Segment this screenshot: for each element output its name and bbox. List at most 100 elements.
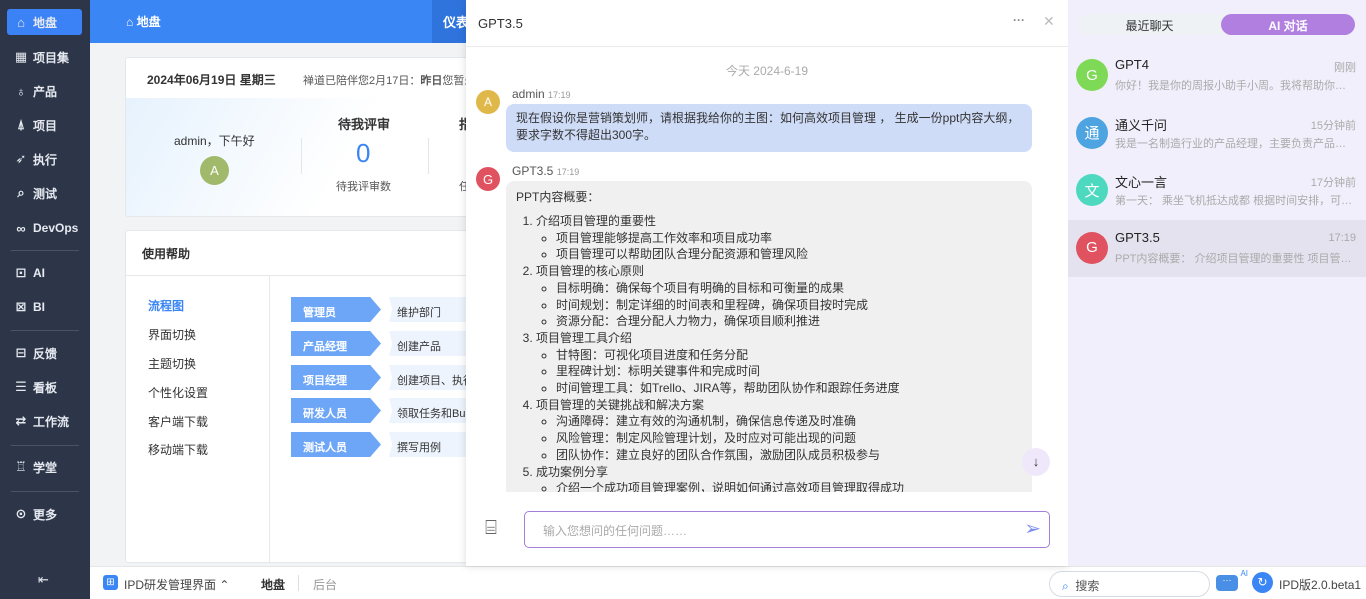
conversation-time: 15分钟前 — [1310, 119, 1356, 132]
outline-section: 项目管理工具介绍甘特图：可视化项目进度和任务分配里程碑计划：标明关键事件和完成时… — [536, 330, 1022, 397]
tab-switch: 最近聊天 AI 对话 — [1078, 14, 1355, 35]
avatar: A — [200, 156, 229, 185]
user-message: 现在假设你是营销策划师，请根据我给你的主图：如何高效项目管理 ， 生成一份ppt… — [506, 104, 1032, 152]
bottom-bar: ⊞ IPD研发管理界面 ⌃ 地盘 后台 ⌕ 搜索 ··· AI ↻ IPD版2.0… — [90, 566, 1366, 599]
conversation-preview: PPT内容概要： 介绍项目管理的重要性 项目管理能够提高 — [1115, 252, 1355, 265]
chat-title: GPT3.5 — [478, 16, 523, 31]
role-admin[interactable]: 管理员 — [291, 297, 381, 322]
task-item[interactable]: 创建产品 — [389, 331, 469, 356]
send-icon[interactable]: ➢ — [1024, 516, 1041, 541]
sidebar-item-feedback[interactable]: ⊟ 反馈 — [7, 340, 82, 366]
chat-panel: GPT3.5 ··· ✕ 今天 2024-6-19 A admin 17:19 … — [466, 0, 1068, 566]
tab-admin[interactable]: 后台 — [313, 576, 337, 593]
divider — [11, 445, 79, 446]
sidebar-item-kanban[interactable]: ☰ 看板 — [7, 374, 82, 400]
outline-item: 里程碑计划：标明关键事件和完成时间 — [556, 363, 1022, 380]
help-menu-flowchart[interactable]: 流程图 — [148, 297, 184, 314]
role-developer[interactable]: 研发人员 — [291, 398, 381, 423]
clear-broom-icon[interactable]: ⌸ — [485, 517, 497, 540]
conversation-item[interactable]: 文 文心一言 17分钟前 第一天： 乘坐飞机抵达成都 根据时间安排，可以先去 — [1068, 162, 1366, 219]
conversation-item[interactable]: G GPT4 刚刚 你好！我是你的周报小助手小周。我将帮助你轻松完成周报 — [1068, 47, 1366, 104]
chat-input[interactable]: 输入您想问的任何问题…… ➢ — [524, 511, 1050, 548]
outline-section: 项目管理的核心原则目标明确：确保每个项目有明确的目标和可衡量的成果时间规划：制定… — [536, 263, 1022, 330]
conversation-time: 17分钟前 — [1310, 177, 1356, 189]
feedback-icon: ⊟ — [15, 345, 27, 360]
conversation-time: 17:19 — [1328, 231, 1356, 244]
search-input[interactable]: ⌕ 搜索 — [1049, 571, 1210, 597]
task-item[interactable]: 领取任务和Bug — [389, 398, 469, 423]
conversation-item[interactable]: G GPT3.5 17:19 PPT内容概要： 介绍项目管理的重要性 项目管理能… — [1068, 219, 1366, 277]
companion-text: 禅道已陪伴您2月17日：昨日您暂未 — [303, 75, 476, 87]
outline-item: 时间管理工具：如Trello、JIRA等，帮助团队协作和跟踪任务进度 — [556, 380, 1022, 397]
sidebar-item-product[interactable]: ♁ 产品 — [7, 78, 82, 104]
conversation-item[interactable]: 通 通义千问 15分钟前 我是一名制造行业的产品经理，主要负责产品设计与规划 — [1068, 105, 1366, 162]
conversation-name: 文心一言 — [1115, 175, 1168, 190]
collapse-left-icon[interactable]: ⇤ — [38, 572, 49, 588]
conversation-time: 刚刚 — [1334, 62, 1356, 74]
help-menu-theme-switch[interactable]: 主题切换 — [148, 355, 196, 372]
task-item[interactable]: 创建项目、执行 — [389, 365, 469, 390]
ai-chat-icon[interactable]: ··· AI — [1216, 569, 1248, 591]
outline-item: 资源分配：合理分配人力物力，确保项目顺利推进 — [556, 313, 1022, 330]
sidebar-item-ai[interactable]: ⊡ AI — [7, 260, 82, 286]
sidebar-item-project[interactable]: ⍋ 项目 — [7, 112, 82, 138]
bulb-icon: ♁ — [16, 83, 26, 99]
infinity-icon: ∞ — [16, 220, 26, 236]
logo-icon: ↻ — [1252, 572, 1273, 593]
ai-conversation-panel: 最近聊天 AI 对话 G GPT4 刚刚 你好！我是你的周报小助手小周。我将帮助… — [1068, 0, 1366, 566]
outline-item: 甘特图：可视化项目进度和任务分配 — [556, 347, 1022, 364]
sidebar-item-more[interactable]: ⊙ 更多 — [7, 501, 82, 527]
sidebar-item-dashboard[interactable]: ⌂ 地盘 — [7, 9, 82, 35]
school-icon: ♖ — [15, 459, 27, 474]
role-product-manager[interactable]: 产品经理 — [291, 331, 381, 356]
scroll-down-button[interactable]: ↓ — [1022, 448, 1050, 476]
sidebar-item-program[interactable]: ▦ 项目集 — [7, 44, 82, 70]
sidebar-item-workflow[interactable]: ⇄ 工作流 — [7, 408, 82, 434]
app-switcher[interactable]: IPD研发管理界面 ⌃ — [124, 576, 229, 593]
conversation-name: 通义千问 — [1115, 117, 1168, 133]
bot-meta: GPT3.5 17:19 — [512, 164, 580, 178]
help-menu-mobile-download[interactable]: 移动端下载 — [148, 441, 208, 458]
outline-section: 项目管理的关键挑战和解决方案沟通障碍：建立有效的沟通机制，确保信息传递及时准确风… — [536, 397, 1022, 464]
more-options-icon[interactable]: ··· — [1013, 13, 1025, 27]
outline-item: 沟通障碍：建立有效的沟通机制，确保信息传递及时准确 — [556, 413, 1022, 430]
sidebar-item-execution[interactable]: ➶ 执行 — [7, 146, 82, 172]
conversation-name: GPT4 — [1115, 57, 1149, 72]
app-switch-icon: ⊞ — [103, 575, 118, 590]
tab-ai-chat[interactable]: AI 对话 — [1221, 14, 1355, 35]
role-project-manager[interactable]: 项目经理 — [291, 365, 381, 390]
sidebar-item-test[interactable]: ⌕ 测试 — [7, 180, 82, 206]
help-menu-client-download[interactable]: 客户端下载 — [148, 413, 208, 430]
review-count[interactable]: 0 — [356, 138, 370, 169]
divider — [11, 491, 79, 492]
help-menu-ui-switch[interactable]: 界面切换 — [148, 326, 196, 343]
close-icon[interactable]: ✕ — [1043, 13, 1055, 30]
review-title[interactable]: 待我评审 — [338, 114, 390, 133]
outline-section: 成功案例分享介绍一个成功项目管理案例，说明如何通过高效项目管理取得成功 — [536, 464, 1022, 492]
outline-item: 风险管理：制定风险管理计划，及时应对可能出现的问题 — [556, 430, 1022, 447]
search-bug-icon: ⌕ — [17, 185, 25, 200]
sidebar-item-devops[interactable]: ∞ DevOps — [7, 215, 82, 241]
search-icon: ⌕ — [1062, 579, 1069, 593]
divider — [11, 250, 79, 251]
outline-item: 项目管理可以帮助团队合理分配资源和管理风险 — [556, 246, 1022, 263]
outline-item: 目标明确：确保每个项目有明确的目标和可衡量的成果 — [556, 280, 1022, 297]
task-item[interactable]: 维护部门 — [389, 297, 469, 322]
help-menu-personalize[interactable]: 个性化设置 — [148, 384, 208, 401]
outline-item: 团队协作：建立良好的团队合作氛围，激励团队成员积极参与 — [556, 447, 1022, 464]
tab-dashboard-bottom[interactable]: 地盘 — [261, 576, 285, 593]
conversation-preview: 第一天： 乘坐飞机抵达成都 根据时间安排，可以先去 — [1115, 195, 1355, 207]
task-item[interactable]: 撰写用例 — [389, 432, 469, 457]
outline-item: 时间规划：制定详细的时间表和里程碑，确保项目按时完成 — [556, 297, 1022, 314]
bot-avatar: G — [476, 167, 500, 191]
sidebar: ⌂ 地盘 ▦ 项目集 ♁ 产品 ⍋ 项目 ➶ 执行 ⌕ 测试 ∞ DevOps ⊡ AI ⊠ BI… — [0, 0, 90, 599]
more-icon: ⊙ — [15, 506, 27, 521]
sidebar-item-bi[interactable]: ⊠ BI — [7, 294, 82, 320]
topbar-title[interactable]: ⌂ 地盘 — [126, 13, 161, 30]
role-tester[interactable]: 测试人员 — [291, 432, 381, 457]
conversation-avatar: G — [1076, 231, 1108, 264]
tab-recent-chats[interactable]: 最近聊天 — [1078, 17, 1221, 34]
sidebar-item-school[interactable]: ♖ 学堂 — [7, 454, 82, 480]
conversation-preview: 你好！我是你的周报小助手小周。我将帮助你轻松完成周报 — [1115, 80, 1355, 92]
conversation-avatar: 文 — [1076, 174, 1108, 206]
